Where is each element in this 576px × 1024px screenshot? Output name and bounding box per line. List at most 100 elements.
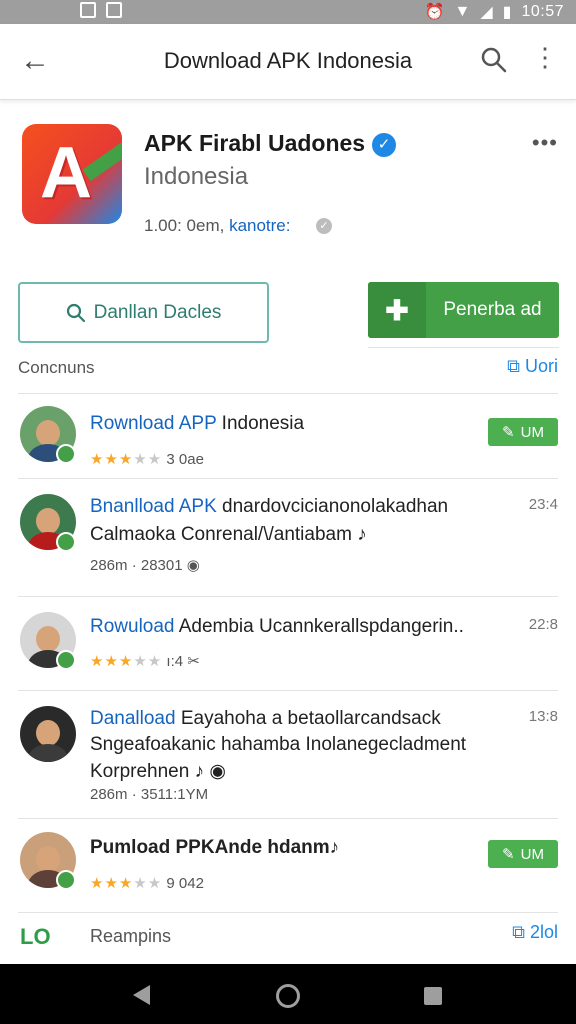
avatar (20, 406, 80, 466)
item-title: Pumload PPKAnde hdanm♪ (90, 837, 339, 859)
rating-stars: ★★★★★ (90, 451, 163, 468)
item-title-highlight: Bnanlload APK (90, 496, 217, 517)
edit-icon: ✎ (502, 424, 515, 441)
avatar-face (36, 626, 60, 652)
section-link-label: Uori (524, 356, 558, 376)
app-logo: A (22, 124, 122, 224)
install-label: UM (520, 423, 544, 441)
item-meta: 286m · 3511:1YM (90, 786, 209, 803)
signal-icon: ◢ (480, 4, 493, 21)
item-meta-text: 3 0ae (166, 451, 204, 468)
check-badge-icon (56, 650, 76, 670)
install-button[interactable]: ✎ UM (488, 840, 558, 868)
app-bar: ← Download APK Indonesia ⋮ (0, 24, 576, 100)
install-button[interactable]: ✎ UM (488, 418, 558, 446)
footer-label: Reampins (90, 926, 172, 946)
avatar-face (36, 508, 60, 534)
system-icons: ⏰ ▼ ◢ ▮ 10:57 (425, 2, 564, 22)
navigation-bar (0, 964, 576, 1024)
app-meta-link[interactable]: kanotre: (229, 216, 290, 235)
divider (18, 393, 558, 394)
clock: 10:57 (521, 3, 564, 20)
divider (18, 596, 558, 597)
footer-row[interactable]: LO Reampins ⧉ 2lol (0, 918, 576, 960)
nav-home-icon[interactable] (276, 984, 300, 1008)
item-title-highlight: Danalload (90, 708, 176, 729)
item-description: Calmaoka Conrenal/\/antiabam ♪ (90, 524, 367, 545)
item-meta: ★★★★★ 3 0ae (90, 450, 204, 468)
battery-icon: ▮ (502, 4, 512, 21)
item-title-highlight: Rownload APP (90, 413, 217, 434)
check-badge-icon (56, 444, 76, 464)
nav-back-icon[interactable] (133, 985, 150, 1005)
app-meta: 1.00: 0em, kanotre: (144, 216, 291, 236)
list-item[interactable]: Rownload APP Indonesia ★★★★★ 3 0ae ✎ UM (0, 400, 576, 478)
wifi-icon: ▼ (454, 3, 471, 20)
list-item[interactable]: Danalload Eayahoha a betaollarcandsack S… (0, 694, 576, 818)
install-label: UM (520, 845, 544, 863)
item-title-rest: dnardovcicianonolakadhan (216, 496, 449, 517)
item-title: Rowuload Adembia Ucannkerallspdangerin.. (90, 616, 464, 638)
item-meta: ★★★★★ 9 042 (90, 874, 204, 892)
more-vert-icon[interactable]: ⋮ (532, 44, 558, 70)
item-title-rest: Pumload PPKAnde hdanm♪ (90, 837, 340, 858)
gallery-icon (80, 2, 96, 18)
section-link[interactable]: ⧉ Uori (507, 356, 558, 377)
item-title-rest: Indonesia (216, 413, 305, 434)
avatar-face (36, 846, 60, 872)
download-docs-button[interactable]: Danllan Dacles (18, 282, 269, 343)
nav-recents-icon[interactable] (424, 987, 442, 1005)
avatar (20, 832, 80, 892)
avatar (20, 706, 80, 766)
avatar-face (36, 720, 60, 746)
rating-stars: ★★★★★ (90, 875, 163, 892)
avatar (20, 494, 80, 554)
footer-link-label: 2lol (529, 922, 558, 942)
item-count: 22:8 (528, 616, 558, 633)
item-title: Bnanlload APK dnardovcicianonolakadhan (90, 496, 448, 518)
item-meta: 286m · 28301 ◉ (90, 557, 200, 574)
check-badge-icon (56, 532, 76, 552)
download-docs-label: Danllan Dacles (93, 301, 222, 323)
avatar (20, 612, 80, 672)
item-meta-text: 9 042 (166, 875, 204, 892)
footer-link[interactable]: ⧉ 2lol (512, 922, 558, 943)
section-title: Concnuns (18, 358, 95, 377)
list-item[interactable]: Rowuload Adembia Ucannkerallspdangerin..… (0, 600, 576, 690)
shield-icon (106, 2, 122, 18)
more-horiz-icon[interactable]: ••• (532, 130, 558, 156)
brand-logo: LO (20, 924, 51, 949)
item-title-highlight: Rowuload (90, 616, 175, 637)
avatar-body (28, 744, 68, 762)
item-title: Danalload Eayahoha a betaollarcandsack (90, 708, 441, 730)
app-subtitle: Indonesia (144, 163, 249, 190)
divider (18, 478, 558, 479)
item-description-2: Korprehnen ♪ ◉ (90, 761, 226, 782)
primary-action-button[interactable]: ✚ Penerba ad (368, 282, 559, 338)
rating-stars: ★★★★★ (90, 653, 163, 670)
item-description: Sngeafoakanic hahamba Inolanegecladment (90, 734, 467, 755)
status-bar: ⏰ ▼ ◢ ▮ 10:57 (0, 0, 576, 24)
list-item[interactable]: Bnanlload APK dnardovcicianonolakadhan C… (0, 484, 576, 596)
section-header: Concnuns ⧉ Uori (18, 356, 558, 380)
avatar-face (36, 420, 60, 446)
shield-check-icon: ✓ (316, 218, 332, 234)
search-icon[interactable] (480, 46, 508, 79)
app-meta-text: 1.00: 0em, (144, 216, 225, 235)
primary-action-label: Penerba ad (443, 299, 542, 320)
search-icon (66, 303, 85, 322)
divider (18, 690, 558, 691)
check-badge-icon (56, 870, 76, 890)
divider (18, 818, 558, 819)
item-meta-text: ı:4 ✂ (166, 653, 200, 670)
item-title-rest: Adembia Ucannkerallspdangerin.. (174, 616, 464, 637)
divider (18, 912, 558, 913)
item-title: Rownload APP Indonesia (90, 413, 304, 435)
alarm-icon: ⏰ (424, 4, 445, 21)
avatar-image (20, 706, 76, 762)
app-name: APK Firabl Uadones (144, 130, 366, 156)
item-title-rest: Eayahoha a betaollarcandsack (175, 708, 441, 729)
divider (368, 347, 559, 348)
verified-icon: ✓ (372, 133, 396, 157)
list-item[interactable]: Pumload PPKAnde hdanm♪ ★★★★★ 9 042 ✎ UM (0, 824, 576, 912)
